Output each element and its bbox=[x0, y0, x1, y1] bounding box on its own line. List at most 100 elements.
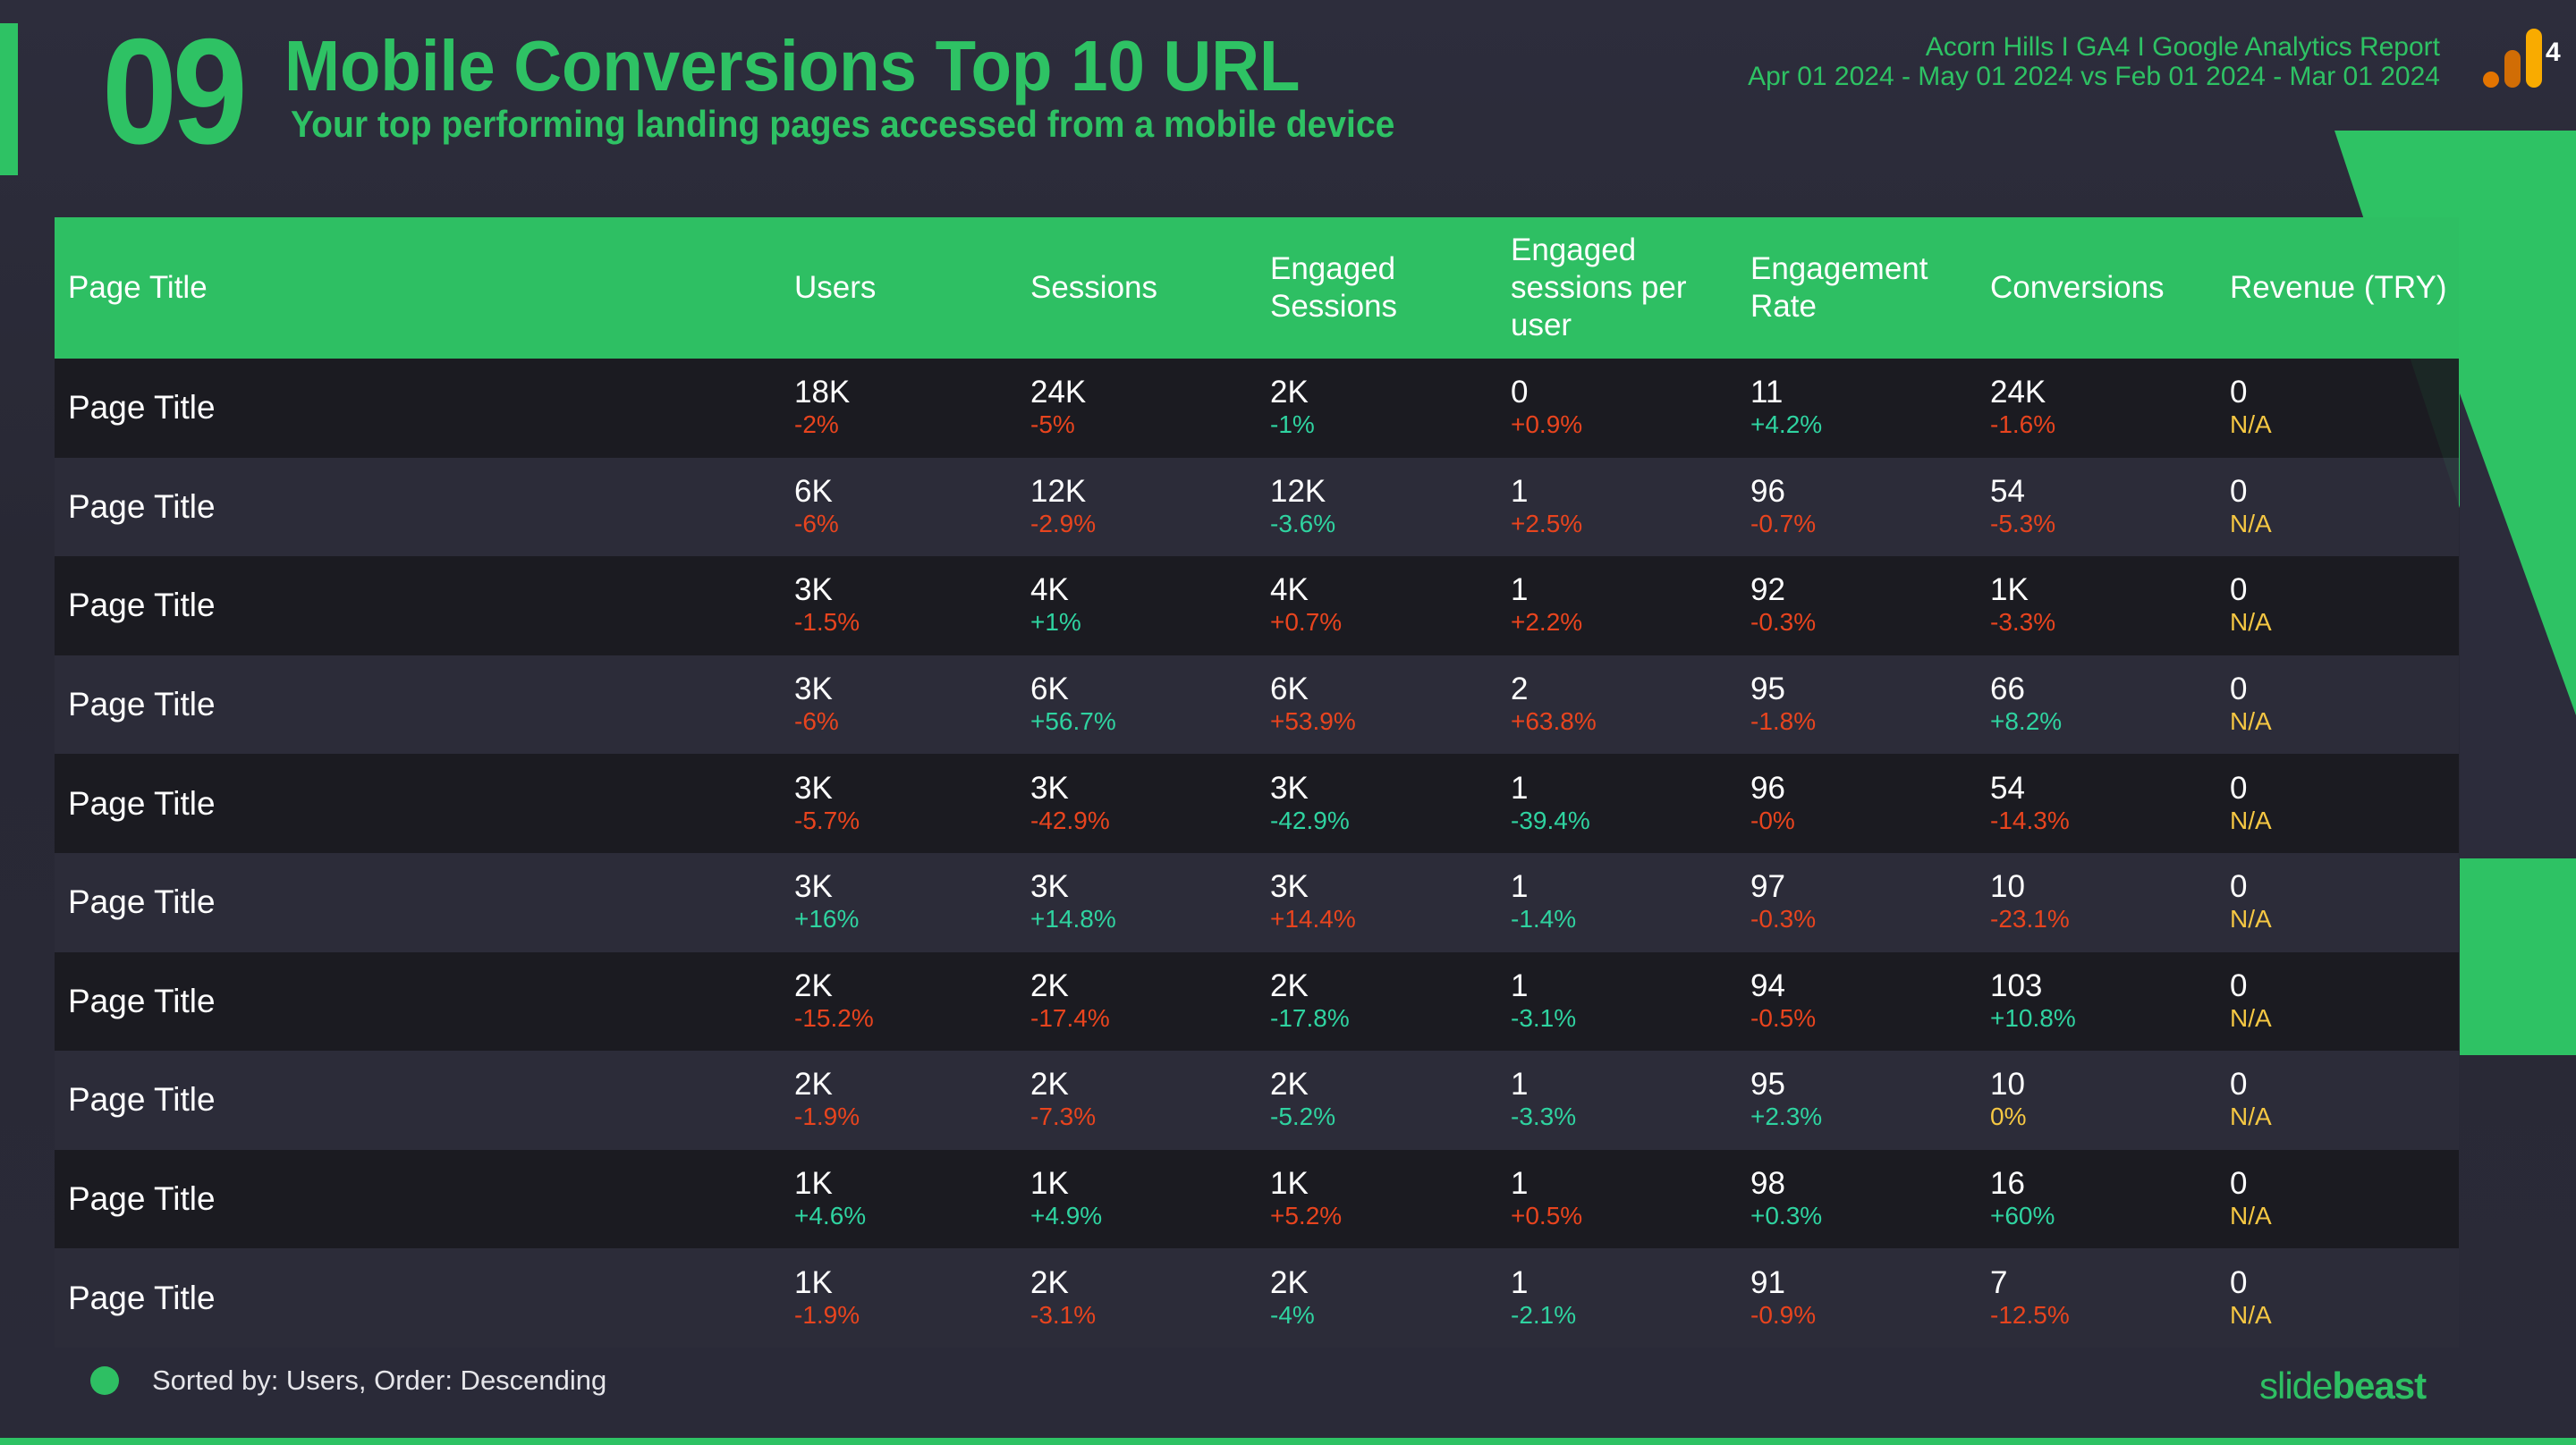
page-title-cell[interactable]: Page Title bbox=[55, 785, 781, 823]
metric-value: 3K bbox=[1030, 869, 1069, 905]
metric-change: N/A bbox=[2230, 608, 2272, 637]
metric-cell: 0 N/A bbox=[2216, 573, 2459, 638]
page-title-cell[interactable]: Page Title bbox=[55, 686, 781, 723]
metric-value: 1 bbox=[1511, 968, 1529, 1003]
column-header[interactable]: Sessions bbox=[1017, 269, 1257, 307]
metric-change: +16% bbox=[794, 905, 860, 934]
column-header[interactable]: Engaged Sessions bbox=[1257, 250, 1497, 325]
metric-cell: 11 +4.2% bbox=[1737, 376, 1977, 440]
metric-value: 1K bbox=[1030, 1166, 1069, 1202]
column-header[interactable]: Users bbox=[781, 269, 1017, 307]
metric-cell: 1K +4.9% bbox=[1017, 1167, 1257, 1231]
metric-value: 0 bbox=[2230, 1067, 2248, 1103]
metric-cell: 1 -3.3% bbox=[1497, 1068, 1737, 1132]
metric-value: 12K bbox=[1270, 473, 1326, 509]
page-title-cell[interactable]: Page Title bbox=[55, 488, 781, 526]
metric-value: 3K bbox=[1030, 770, 1069, 806]
table-row: Page Title 1K -1.9% 2K -3.1% 2K -4% 1 -2.1% 91 -0.… bbox=[55, 1248, 2459, 1348]
metric-change: -3.3% bbox=[1990, 608, 2056, 637]
metric-cell: 3K -5.7% bbox=[781, 770, 1017, 836]
metric-change: -0.3% bbox=[1750, 608, 1817, 637]
metric-change: -5% bbox=[1030, 410, 1075, 439]
metric-value: 54 bbox=[1990, 770, 2025, 806]
metric-value: 10 bbox=[1990, 869, 2025, 905]
metric-change: +63.8% bbox=[1511, 707, 1597, 736]
column-header[interactable]: Revenue (TRY) bbox=[2216, 269, 2459, 307]
metric-value: 1K bbox=[1990, 572, 2029, 608]
metric-change: +2.3% bbox=[1750, 1103, 1823, 1131]
metric-cell: 97 -0.3% bbox=[1737, 870, 1977, 934]
metric-cell: 3K -6% bbox=[781, 672, 1017, 737]
metric-change: N/A bbox=[2230, 509, 2272, 537]
metric-change: N/A bbox=[2230, 1103, 2272, 1131]
page-title-cell[interactable]: Page Title bbox=[55, 587, 781, 624]
metric-value: 3K bbox=[1270, 770, 1309, 806]
metric-cell: 91 -0.9% bbox=[1737, 1264, 1977, 1331]
metric-value: 0 bbox=[1511, 375, 1529, 410]
ga-bar-medium bbox=[2504, 50, 2521, 88]
page-subtitle: Your top performing landing pages access… bbox=[291, 103, 1395, 145]
metric-cell: 2 +63.8% bbox=[1497, 672, 1737, 737]
page-title: Mobile Conversions Top 10 URL bbox=[284, 26, 1301, 106]
metric-value: 0 bbox=[2230, 968, 2248, 1003]
metric-value: 95 bbox=[1750, 672, 1785, 707]
metric-change: +1% bbox=[1030, 608, 1081, 637]
ga-bar-small bbox=[2483, 72, 2499, 88]
metric-cell: 0 N/A bbox=[2216, 1167, 2459, 1231]
page-title-cell[interactable]: Page Title bbox=[55, 883, 781, 921]
table-header: Page Title Users Sessions Engaged Sessions E… bbox=[55, 217, 2459, 359]
metric-change: -0.5% bbox=[1750, 1003, 1817, 1032]
column-header[interactable]: Engagement Rate bbox=[1737, 250, 1977, 325]
metric-change: -1.9% bbox=[794, 1300, 860, 1329]
metric-cell: 2K -4% bbox=[1257, 1264, 1497, 1331]
metric-value: 2K bbox=[1030, 968, 1069, 1003]
metric-value: 0 bbox=[2230, 869, 2248, 905]
metric-cell: 24K -1.6% bbox=[1977, 376, 2216, 440]
metric-cell: 1K +4.6% bbox=[781, 1167, 1017, 1231]
column-header[interactable]: Engaged sessions per user bbox=[1497, 232, 1737, 344]
metric-value: 92 bbox=[1750, 572, 1785, 608]
metric-cell: 3K +16% bbox=[781, 870, 1017, 934]
metric-cell: 2K -7.3% bbox=[1017, 1068, 1257, 1132]
column-header[interactable]: Conversions bbox=[1977, 269, 2216, 307]
metric-change: N/A bbox=[2230, 806, 2272, 834]
ga-version-label: 4 bbox=[2546, 38, 2561, 67]
metric-value: 0 bbox=[2230, 473, 2248, 509]
metric-value: 0 bbox=[2230, 572, 2248, 608]
page-title-cell[interactable]: Page Title bbox=[55, 983, 781, 1020]
metric-change: +60% bbox=[1990, 1202, 2055, 1230]
metric-change: +14.4% bbox=[1270, 905, 1356, 934]
page-title-cell[interactable]: Page Title bbox=[55, 1180, 781, 1218]
metric-cell: 1K +5.2% bbox=[1257, 1167, 1497, 1231]
metric-change: -6% bbox=[794, 509, 839, 537]
metric-cell: 2K -1.9% bbox=[781, 1068, 1017, 1132]
metric-change: -1.5% bbox=[794, 608, 860, 637]
metric-value: 3K bbox=[794, 770, 833, 806]
metric-value: 24K bbox=[1990, 375, 2046, 410]
metric-value: 11 bbox=[1750, 375, 1784, 410]
metric-change: -0.3% bbox=[1750, 905, 1817, 934]
metric-change: -6% bbox=[794, 707, 839, 736]
metric-value: 1 bbox=[1511, 1264, 1529, 1300]
column-header[interactable]: Page Title bbox=[55, 269, 781, 307]
metric-cell: 7 -12.5% bbox=[1977, 1265, 2216, 1331]
metric-value: 2K bbox=[794, 1067, 833, 1103]
page-title-cell[interactable]: Page Title bbox=[55, 1081, 781, 1119]
metric-value: 2K bbox=[1030, 1067, 1069, 1103]
metric-change: -2% bbox=[794, 410, 839, 439]
metric-value: 91 bbox=[1750, 1264, 1785, 1300]
metric-value: 0 bbox=[2230, 375, 2248, 410]
page-title-cell[interactable]: Page Title bbox=[55, 389, 781, 427]
metric-value: 24K bbox=[1030, 375, 1087, 410]
metric-cell: 95 -1.8% bbox=[1737, 672, 1977, 737]
report-info: Acorn Hills I GA4 I Google Analytics Rep… bbox=[1748, 32, 2440, 91]
metric-change: -4% bbox=[1270, 1300, 1315, 1329]
metric-change: -3.1% bbox=[1030, 1300, 1097, 1329]
page-title-cell[interactable]: Page Title bbox=[55, 1280, 781, 1317]
metric-value: 2K bbox=[1270, 1264, 1309, 1300]
metric-cell: 2K -5.2% bbox=[1257, 1068, 1497, 1132]
metric-value: 3K bbox=[794, 869, 833, 905]
metric-cell: 10 -23.1% bbox=[1977, 870, 2216, 934]
metric-change: -3.3% bbox=[1511, 1103, 1577, 1131]
metric-change: +2.2% bbox=[1511, 608, 1583, 637]
